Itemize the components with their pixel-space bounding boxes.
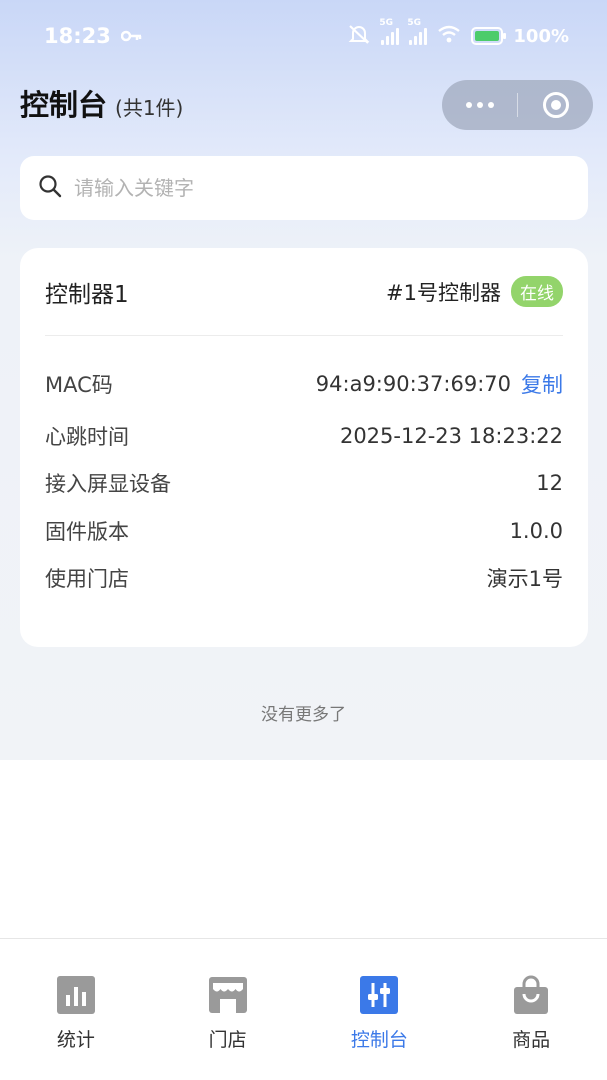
tab-label: 门店 [208,1029,247,1051]
tab-label: 统计 [56,1029,95,1051]
more-icon[interactable] [442,102,517,108]
chart-icon [56,975,96,1015]
search-input[interactable] [74,176,554,200]
bag-icon [511,975,551,1015]
detail-row-heartbeat: 心跳时间 2025-12-23 18:23:22 [45,412,563,460]
search-bar[interactable] [20,156,588,220]
battery-icon [471,27,507,45]
key-icon [120,24,143,48]
detail-key: 接入屏显设备 [45,472,171,497]
tab-console[interactable]: 控制台 [304,939,456,1080]
detail-value: 2025-12-23 18:23:22 [339,423,563,448]
item-count: (共1件) [115,96,184,120]
mute-icon [347,24,371,49]
list-end-text: 没有更多了 [261,705,346,725]
detail-list: MAC码 94:a9:90:37:69:70 复制 心跳时间 2025-12-2… [45,336,563,602]
close-button[interactable] [518,92,593,118]
page-title: 控制台 [20,88,108,122]
tab-store[interactable]: 门店 [152,939,304,1080]
signal-icon: 5G [379,18,400,45]
bottom-tab-bar: 统计 门店 控制台 商品 [0,938,607,1080]
status-badge: 在线 [511,276,563,307]
status-time: 18:23 [44,24,111,48]
store-icon [208,975,248,1015]
controller-label: #1号控制器 [386,280,501,305]
detail-row-devices: 接入屏显设备 12 [45,460,563,508]
card-header: 控制器1 #1号控制器 在线 [45,248,563,336]
tab-statistics[interactable]: 统计 [0,939,152,1080]
detail-key: 心跳时间 [45,424,129,449]
detail-row-firmware: 固件版本 1.0.0 [45,507,563,555]
detail-value: 演示1号 [486,567,563,592]
battery-percent: 100% [513,25,569,47]
detail-key: 使用门店 [45,567,129,592]
detail-row-mac: MAC码 94:a9:90:37:69:70 复制 [45,356,563,412]
page-header: 控制台 (共1件) [20,82,183,124]
detail-row-store: 使用门店 演示1号 [45,555,563,603]
mini-program-capsule [442,80,593,130]
controller-name: 控制器1 [45,281,129,308]
sliders-icon [359,975,399,1015]
detail-key: MAC码 [45,373,113,397]
detail-value: 12 [536,471,563,496]
detail-key: 固件版本 [45,519,129,544]
controller-card[interactable]: 控制器1 #1号控制器 在线 MAC码 94:a9:90:37:69:70 复制… [20,248,588,647]
wifi-icon [437,25,461,48]
detail-value: 1.0.0 [509,518,563,543]
tab-label: 商品 [512,1029,551,1051]
mac-value: 94:a9:90:37:69:70 [315,372,511,396]
copy-button[interactable]: 复制 [521,369,563,399]
tab-products[interactable]: 商品 [455,939,607,1080]
status-bar: 18:23 5G 5G 100% [0,0,607,72]
close-circle-icon [542,92,569,118]
signal-icon-2: 5G [407,18,428,45]
search-icon [38,174,62,202]
tab-label: 控制台 [350,1029,408,1051]
